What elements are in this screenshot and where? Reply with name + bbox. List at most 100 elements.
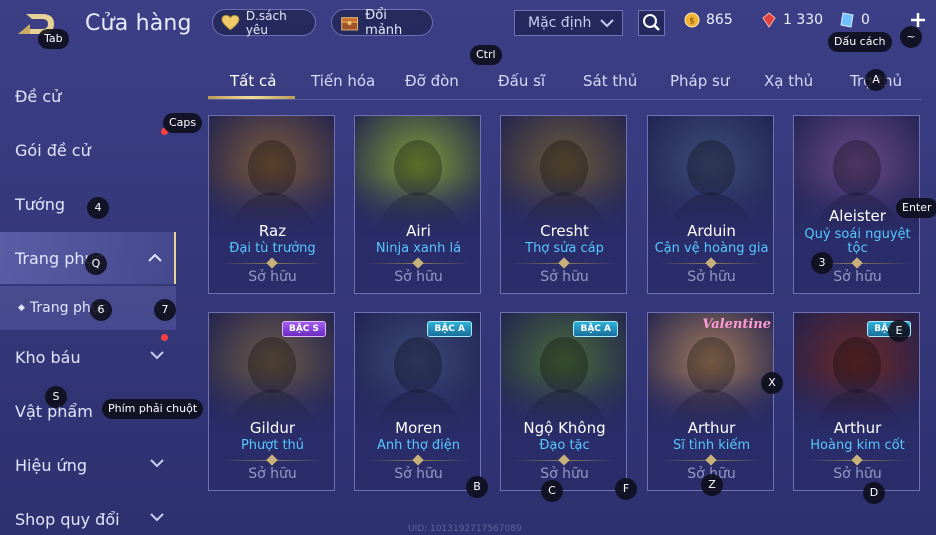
tab-all[interactable]: Tất cả bbox=[230, 72, 276, 90]
hero-name: Raz bbox=[258, 222, 287, 240]
skin-name: Thợ sửa cáp bbox=[525, 241, 604, 256]
divider-diamond bbox=[705, 454, 717, 466]
chevron-up-icon bbox=[148, 253, 162, 262]
key-hint-q: Q bbox=[85, 253, 107, 275]
skin-name: Hoàng kim cốt bbox=[810, 438, 905, 453]
tier-badge: BẬC S bbox=[281, 321, 326, 337]
chevron-down-icon bbox=[150, 513, 164, 522]
sidebar-item-label: Tướng bbox=[15, 194, 65, 214]
category-tabs: Tất cả Tiến hóa Đỡ đòn Đấu sĩ Sát thủ Ph… bbox=[208, 68, 922, 100]
sort-value: Mặc định bbox=[528, 15, 592, 31]
tab-marksman[interactable]: Xạ thủ bbox=[764, 72, 813, 90]
divider-diamond bbox=[558, 257, 570, 269]
skin-card[interactable]: Arthur Sĩ tình kiếm Sở hữu Valentine bbox=[647, 312, 774, 491]
skin-card[interactable]: Cresht Thợ sửa cáp Sở hữu bbox=[500, 115, 627, 294]
swap-shards-button[interactable]: Đổi mảnh bbox=[331, 7, 433, 38]
voucher-value: 0 bbox=[861, 12, 870, 28]
key-hint-ctrl: Ctrl bbox=[470, 45, 502, 65]
hero-name: Moren bbox=[395, 419, 442, 437]
skin-card[interactable]: Airi Ninja xanh lá Sở hữu bbox=[354, 115, 481, 294]
sort-dropdown[interactable]: Mặc định bbox=[514, 10, 623, 36]
search-icon bbox=[643, 14, 660, 31]
sidebar-item-recommended[interactable]: Đề cử bbox=[0, 70, 176, 122]
divider-diamond bbox=[705, 257, 717, 269]
owned-status: Sở hữu bbox=[540, 466, 589, 482]
tab-assassin[interactable]: Sát thủ bbox=[583, 72, 637, 90]
ruby-icon bbox=[762, 12, 776, 28]
gold-coin-icon: $ bbox=[684, 12, 700, 28]
divider-diamond bbox=[412, 454, 424, 466]
ruby-balance: 1 330 bbox=[761, 12, 823, 28]
divider-diamond bbox=[266, 454, 278, 466]
valentine-badge: Valentine bbox=[702, 317, 771, 332]
skin-name: Phượt thủ bbox=[240, 438, 305, 453]
voucher-balance: 0 bbox=[839, 12, 870, 28]
chest-icon bbox=[341, 16, 358, 30]
skin-name: Quỷ soái nguyệt tộc bbox=[804, 227, 911, 256]
divider-diamond bbox=[851, 454, 863, 466]
sidebar-item-effects[interactable]: Hiệu ứng bbox=[0, 439, 176, 491]
hero-name: Arduin bbox=[687, 222, 736, 240]
hero-name: Ngộ Không bbox=[523, 419, 606, 437]
owned-status: Sở hữu bbox=[394, 466, 443, 482]
chevron-down-icon bbox=[150, 351, 164, 360]
tab-warrior[interactable]: Đấu sĩ bbox=[498, 72, 545, 90]
divider-diamond bbox=[266, 257, 278, 269]
gold-value: 865 bbox=[706, 12, 733, 28]
owned-status: Sở hữu bbox=[687, 269, 736, 285]
sidebar-item-treasure[interactable]: Kho báu bbox=[0, 331, 176, 383]
tab-tank[interactable]: Đỡ đòn bbox=[405, 72, 459, 90]
sidebar: Đề cử Gói đề cử Tướng Trang phục ◆ Trang… bbox=[0, 68, 176, 535]
active-tab-underline bbox=[208, 96, 295, 99]
tab-mage[interactable]: Pháp sư bbox=[670, 72, 729, 90]
chevron-down-icon bbox=[600, 19, 614, 28]
hero-name: Arthur bbox=[687, 419, 736, 437]
sidebar-item-exchange-shop[interactable]: Shop quy đổi bbox=[0, 493, 176, 535]
key-hint-d: D bbox=[863, 482, 885, 504]
chevron-down-icon bbox=[150, 459, 164, 468]
key-hint-x: X bbox=[761, 372, 783, 394]
svg-text:$: $ bbox=[689, 17, 695, 27]
key-hint-right-click: Phím phải chuột bbox=[102, 399, 204, 419]
skin-name: Sĩ tình kiếm bbox=[672, 438, 751, 453]
key-hint-3: 3 bbox=[811, 252, 833, 274]
sidebar-item-label: Shop quy đổi bbox=[15, 509, 120, 529]
key-hint-f: F bbox=[615, 478, 637, 500]
key-hint-b: B bbox=[466, 476, 488, 498]
divider-diamond bbox=[851, 257, 863, 269]
favorites-button[interactable]: D.sách yêu bbox=[212, 8, 316, 37]
key-hint-6: 6 bbox=[90, 299, 112, 321]
sidebar-subitem-skins[interactable]: ◆ Trang phục bbox=[0, 286, 176, 330]
skin-card[interactable]: Raz Đại tù trưởng Sở hữu bbox=[208, 115, 335, 294]
owned-status: Sở hữu bbox=[833, 269, 882, 285]
skin-card[interactable]: Gildur Phượt thủ Sở hữu BẬC S bbox=[208, 312, 335, 491]
skin-name: Đạo tặc bbox=[539, 438, 590, 453]
divider-diamond bbox=[412, 257, 424, 269]
skin-card[interactable]: Moren Anh thợ điện Sở hữu BẬC A bbox=[354, 312, 481, 491]
owned-status: Sở hữu bbox=[394, 269, 443, 285]
owned-status: Sở hữu bbox=[248, 466, 297, 482]
gold-balance: $ 865 bbox=[684, 12, 733, 28]
skin-card[interactable]: Ngộ Không Đạo tặc Sở hữu BẬC A bbox=[500, 312, 627, 491]
favorites-label: D.sách yêu bbox=[245, 8, 287, 37]
search-button[interactable] bbox=[638, 10, 665, 36]
hero-name: Gildur bbox=[249, 419, 296, 437]
key-hint-tilde: ~ bbox=[900, 26, 922, 48]
bullet-icon: ◆ bbox=[18, 303, 25, 313]
sidebar-item-label: Hiệu ứng bbox=[15, 455, 87, 475]
skin-name: Đại tù trưởng bbox=[229, 241, 316, 256]
ruby-value: 1 330 bbox=[783, 12, 824, 28]
tab-evolution[interactable]: Tiến hóa bbox=[311, 72, 375, 90]
key-hint-a: A bbox=[865, 69, 887, 91]
skin-name: Cận vệ hoàng gia bbox=[654, 241, 769, 256]
skin-card[interactable]: Arduin Cận vệ hoàng gia Sở hữu bbox=[647, 115, 774, 294]
owned-status: Sở hữu bbox=[540, 269, 589, 285]
swap-shards-label: Đổi mảnh bbox=[365, 7, 403, 38]
skin-name: Ninja xanh lá bbox=[375, 241, 462, 256]
key-hint-4: 4 bbox=[87, 197, 109, 219]
tier-badge: BẬC A bbox=[573, 321, 618, 337]
skin-name: Anh thợ điện bbox=[376, 438, 461, 453]
key-hint-caps: Caps bbox=[163, 113, 203, 133]
heart-icon bbox=[221, 14, 240, 30]
sidebar-item-recommended-packs[interactable]: Gói đề cử bbox=[0, 124, 176, 176]
